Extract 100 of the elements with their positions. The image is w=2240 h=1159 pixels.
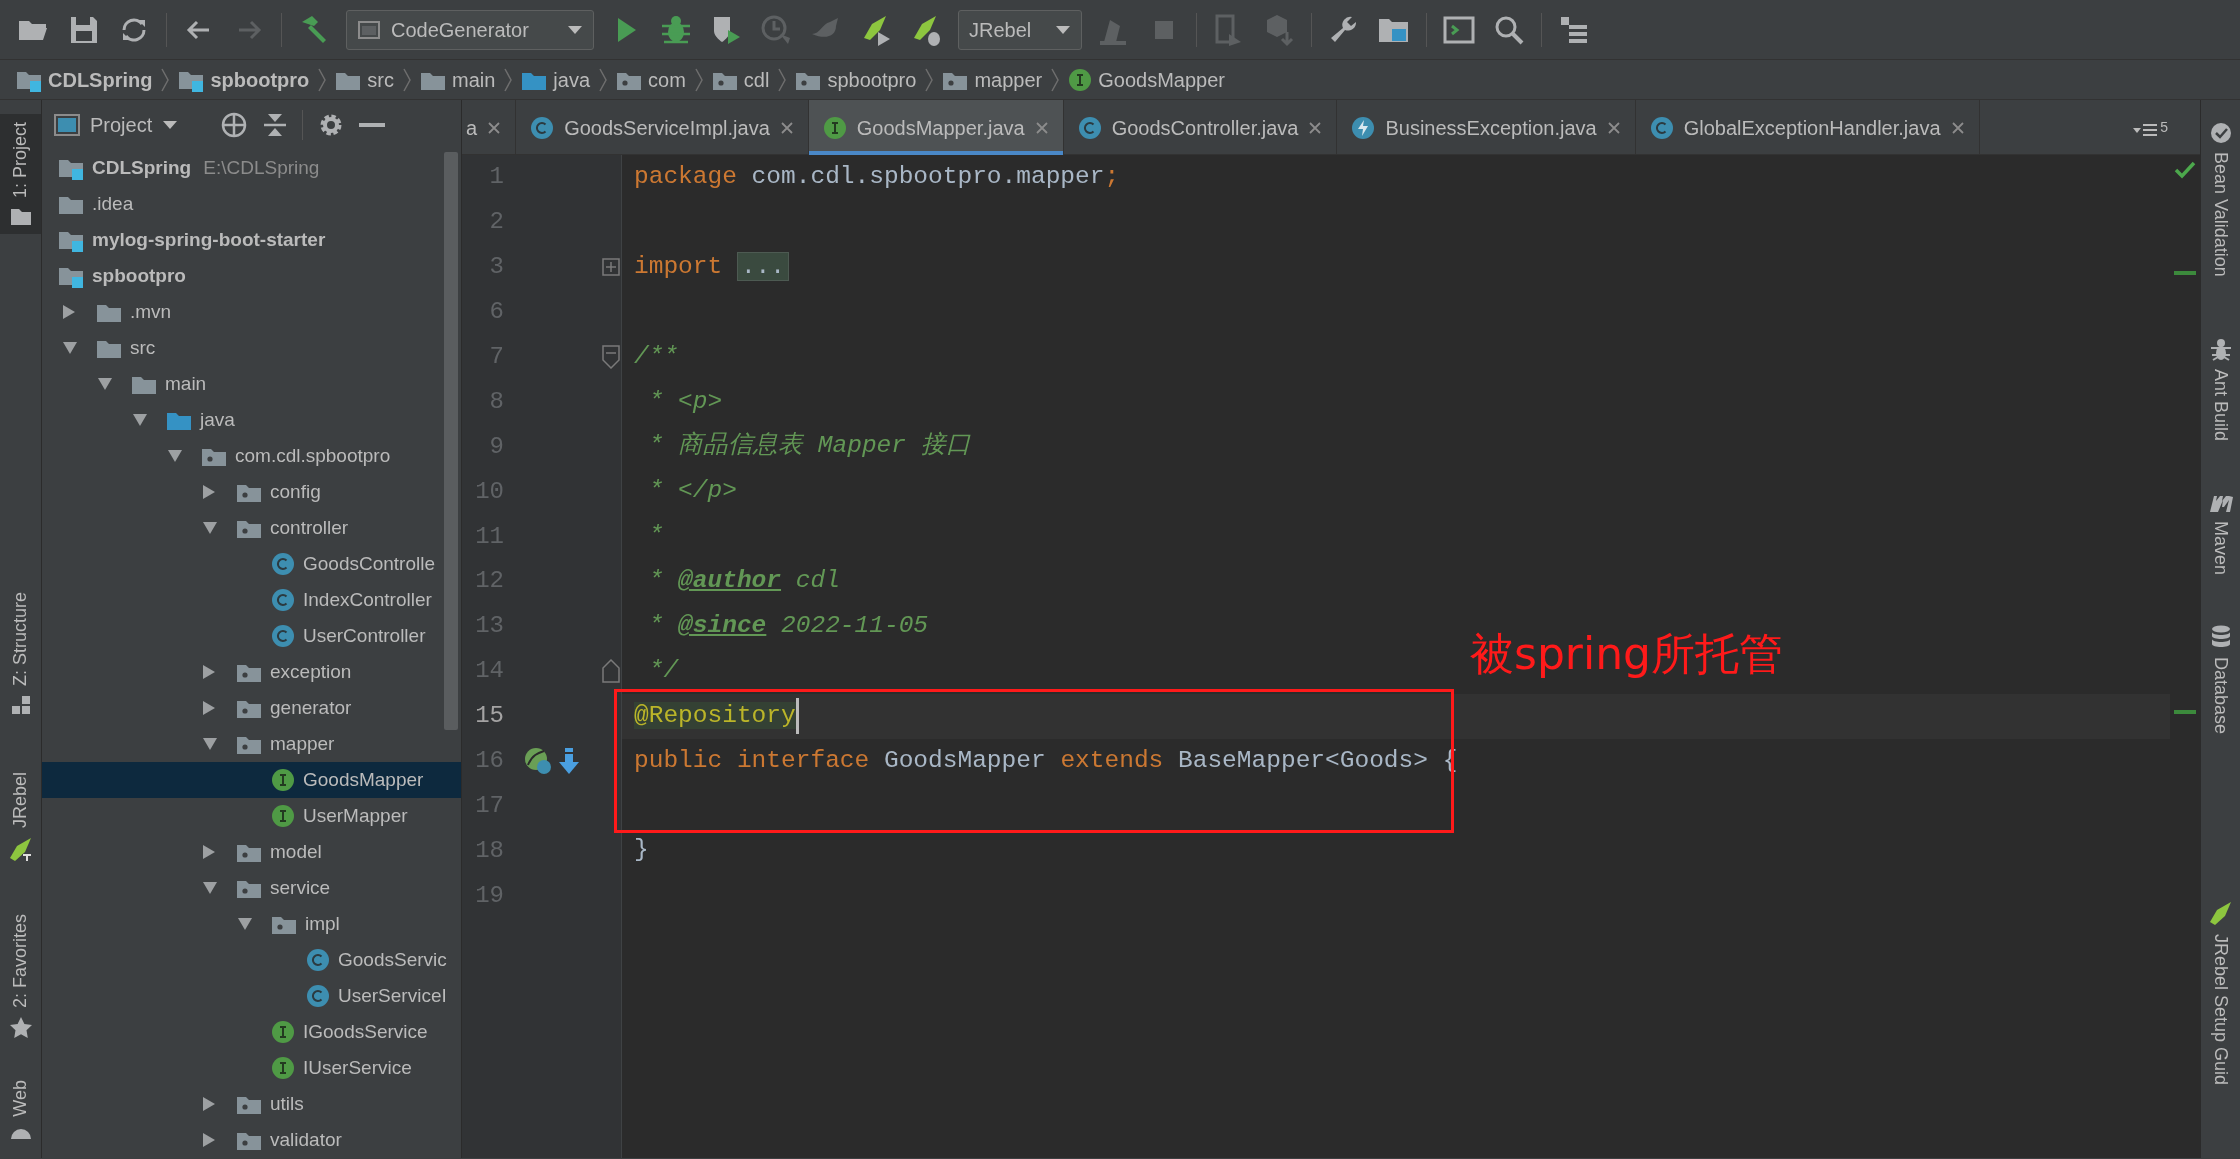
tree-item[interactable]: java xyxy=(42,402,461,438)
fold-end-icon[interactable] xyxy=(602,659,620,684)
tree-item[interactable]: model xyxy=(42,834,461,870)
close-icon[interactable] xyxy=(779,120,794,135)
breadcrumb-item[interactable]: CDLSpring xyxy=(16,64,153,95)
close-icon[interactable] xyxy=(1950,120,1965,135)
close-icon[interactable] xyxy=(1606,120,1621,135)
class-icon xyxy=(306,984,330,1008)
chevron-icon xyxy=(402,67,412,92)
jrebel-dropdown[interactable]: JRebel xyxy=(958,9,1082,50)
scrollbar-thumb[interactable] xyxy=(444,152,458,730)
collapsed-arrow-icon[interactable] xyxy=(202,664,216,680)
breadcrumb-item[interactable]: main xyxy=(420,64,496,95)
tree-item[interactable]: .mvn xyxy=(42,294,461,330)
tree-item[interactable]: .idea xyxy=(42,186,461,222)
tool-window-tab[interactable]: JRebel Setup Guid xyxy=(2200,891,2240,1093)
rocket-icon xyxy=(7,836,34,863)
tool-window-tab[interactable]: Database xyxy=(2200,616,2240,742)
tree-item[interactable]: main xyxy=(42,366,461,402)
editor-tab[interactable]: BusinessException.java xyxy=(1337,100,1636,155)
breadcrumb-item[interactable]: src xyxy=(335,64,394,95)
tree-item[interactable]: spbootpro xyxy=(42,258,461,294)
chevron-icon xyxy=(503,67,514,92)
tool-window-tab[interactable]: 2: Favorites xyxy=(0,906,41,1049)
tree-item[interactable]: IUserService xyxy=(42,1050,461,1086)
interface-icon xyxy=(271,1056,295,1080)
tool-window-tab[interactable]: Ant Build xyxy=(2200,328,2240,449)
structure-icon xyxy=(9,694,32,717)
close-icon[interactable] xyxy=(1034,120,1049,135)
collapsed-arrow-icon[interactable] xyxy=(202,484,216,500)
expanded-arrow-icon[interactable] xyxy=(202,737,218,751)
editor-tab[interactable]: GlobalExceptionHandler.java xyxy=(1635,100,1980,155)
locate-icon[interactable] xyxy=(220,111,249,139)
tree-item[interactable]: GoodsControlle xyxy=(42,546,461,582)
tree-item[interactable]: controller xyxy=(42,510,461,546)
breadcrumb-item[interactable]: java xyxy=(521,64,591,95)
collapsed-arrow-icon[interactable] xyxy=(202,844,216,860)
tree-item[interactable]: impl xyxy=(42,906,461,942)
code-line: */ xyxy=(647,655,679,686)
tool-window-tab[interactable]: Maven xyxy=(2200,484,2240,583)
tree-item[interactable]: GoodsMapper xyxy=(42,762,461,798)
collapsed-arrow-icon[interactable] xyxy=(62,304,76,320)
expanded-arrow-icon[interactable] xyxy=(97,377,113,391)
tree-item[interactable]: IGoodsService xyxy=(42,1014,461,1050)
tree-item[interactable]: service xyxy=(42,870,461,906)
tool-window-tab[interactable]: Web xyxy=(0,1072,41,1147)
tree-item[interactable]: mylog-spring-boot-starter xyxy=(42,222,461,258)
code-line: * <p> xyxy=(647,386,723,417)
collapsed-arrow-icon[interactable] xyxy=(202,700,216,716)
text-cursor xyxy=(795,698,799,735)
tree-item[interactable]: generator xyxy=(42,690,461,726)
down-arrow-icon[interactable] xyxy=(558,747,580,775)
tree-item[interactable]: IndexController xyxy=(42,582,461,618)
tree-item[interactable]: validator xyxy=(42,1122,461,1158)
tree-item[interactable]: exception xyxy=(42,654,461,690)
close-icon[interactable] xyxy=(487,120,502,135)
tree-item[interactable]: UserServiceI xyxy=(42,978,461,1014)
breadcrumb-item[interactable]: spbootpro xyxy=(795,64,917,95)
minimize-icon[interactable] xyxy=(359,122,386,128)
bean-gutter-icon[interactable] xyxy=(524,747,552,775)
tool-window-tab[interactable]: JRebel xyxy=(0,764,41,871)
close-icon[interactable] xyxy=(1308,120,1323,135)
expanded-arrow-icon[interactable] xyxy=(202,521,218,535)
code-line: /** xyxy=(634,341,679,372)
tool-window-tab[interactable]: Bean Validation xyxy=(2200,114,2240,285)
tree-item[interactable]: com.cdl.spbootpro xyxy=(42,438,461,474)
tool-window-tab[interactable]: 1: Project xyxy=(0,114,41,235)
project-view-dropdown[interactable]: Project xyxy=(54,110,179,140)
code-line: package com.cdl.spbootpro.mapper; xyxy=(634,162,1120,193)
collapse-fold-icon[interactable] xyxy=(602,345,620,369)
breadcrumb-item[interactable]: mapper xyxy=(942,64,1043,95)
caret-icon xyxy=(162,120,179,130)
tree-item[interactable]: CDLSpring E:\CDLSpring xyxy=(42,150,461,186)
tree-item[interactable]: utils xyxy=(42,1086,461,1122)
expanded-arrow-icon[interactable] xyxy=(62,341,78,355)
breadcrumb-item[interactable]: spbootpro xyxy=(178,64,310,95)
code-line: * 商品信息表 Mapper 接口 xyxy=(647,430,971,462)
tree-item[interactable]: UserMapper xyxy=(42,798,461,834)
tree-item[interactable]: mapper xyxy=(42,726,461,762)
collapsed-arrow-icon[interactable] xyxy=(202,1096,216,1112)
collapsed-arrow-icon[interactable] xyxy=(202,1132,216,1148)
expanded-arrow-icon[interactable] xyxy=(202,881,218,895)
chevron-icon xyxy=(317,67,328,92)
tree-item[interactable]: GoodsServic xyxy=(42,942,461,978)
run-configuration-dropdown[interactable]: CodeGenerator xyxy=(346,9,594,50)
expand-fold-icon[interactable] xyxy=(602,258,620,277)
tab-list-button[interactable]: 5 xyxy=(2126,115,2174,139)
breadcrumb-item[interactable]: cdl xyxy=(711,64,770,95)
tree-item[interactable]: UserController xyxy=(42,618,461,654)
editor-tab[interactable]: GoodsMapper.java xyxy=(808,100,1064,155)
tool-window-tab[interactable]: Z: Structure xyxy=(0,584,41,725)
expanded-arrow-icon[interactable] xyxy=(237,917,253,931)
tree-item[interactable]: config xyxy=(42,474,461,510)
breadcrumb-item[interactable]: com xyxy=(616,64,686,95)
collapse-all-icon[interactable] xyxy=(262,111,289,139)
expanded-arrow-icon[interactable] xyxy=(167,449,183,463)
breadcrumb-item[interactable]: GoodsMapper xyxy=(1068,64,1225,95)
tree-item[interactable]: src xyxy=(42,330,461,366)
editor-tab[interactable]: GoodsController.java xyxy=(1063,100,1338,155)
expanded-arrow-icon[interactable] xyxy=(132,413,148,427)
